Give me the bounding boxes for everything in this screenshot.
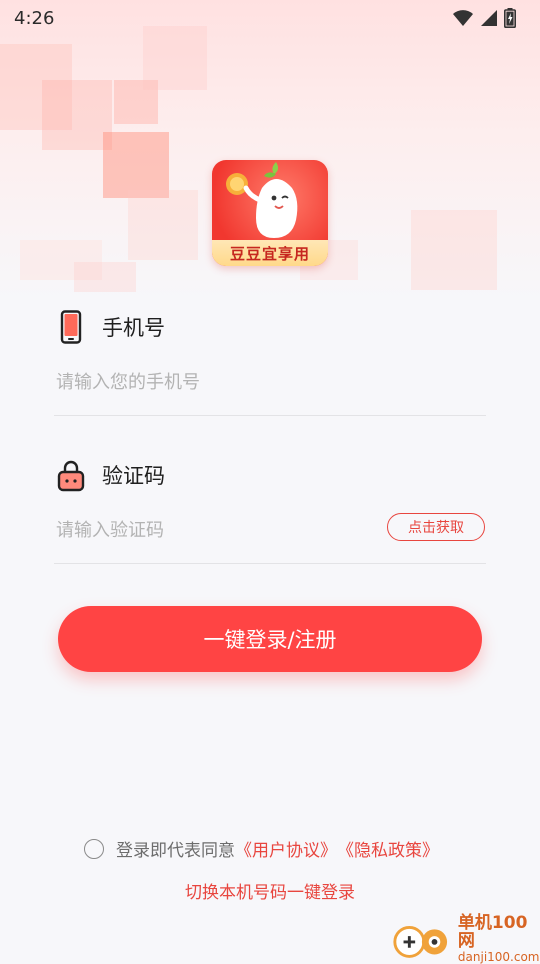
user-agreement-link[interactable]: 《用户协议》	[235, 836, 337, 861]
status-bar: 4:26	[0, 0, 540, 36]
code-divider	[54, 563, 486, 564]
agreement-checkbox[interactable]	[84, 838, 104, 859]
code-label: 验证码	[102, 464, 165, 488]
watermark-line1: 单机100网	[457, 913, 528, 951]
battery-icon	[504, 8, 516, 28]
logo-band: 豆豆宜享用	[212, 240, 328, 266]
watermark-text: 单机100网 danji100.com	[458, 914, 540, 964]
bg-tile	[74, 262, 136, 292]
status-icons	[452, 8, 516, 28]
logo-text: 豆豆宜享用	[229, 244, 310, 263]
agreement-row: 登录即代表同意 《用户协议》 《隐私政策》	[84, 836, 439, 861]
privacy-policy-link[interactable]: 《隐私政策》	[337, 836, 439, 861]
agreement-prefix: 登录即代表同意	[116, 841, 235, 861]
phone-icon	[60, 310, 82, 344]
wifi-icon	[453, 10, 473, 26]
phone-label-row: 手机号	[56, 310, 165, 344]
bg-tile	[128, 190, 198, 260]
watermark-line2: danji100.com	[457, 950, 540, 964]
get-code-button[interactable]: 点击获取	[387, 513, 485, 541]
switch-login-link[interactable]: 切换本机号码一键登录	[0, 878, 540, 903]
bg-tile	[42, 80, 112, 150]
watermark-logo-icon	[393, 925, 448, 958]
status-time: 4:26	[14, 7, 55, 29]
app-logo: 豆豆宜享用	[212, 160, 328, 266]
phone-label: 手机号	[102, 316, 165, 340]
code-input[interactable]: 请输入验证码	[56, 516, 164, 542]
bg-tile	[411, 210, 497, 290]
phone-divider	[54, 415, 486, 416]
lock-icon	[57, 460, 85, 492]
watermark: 单机100网 danji100.com	[390, 914, 540, 964]
signal-icon	[481, 10, 497, 26]
bg-tile	[103, 132, 169, 198]
phone-input[interactable]: 请输入您的手机号	[56, 368, 200, 394]
login-button[interactable]: 一键登录/注册	[58, 606, 482, 672]
code-label-row: 验证码	[56, 458, 165, 492]
